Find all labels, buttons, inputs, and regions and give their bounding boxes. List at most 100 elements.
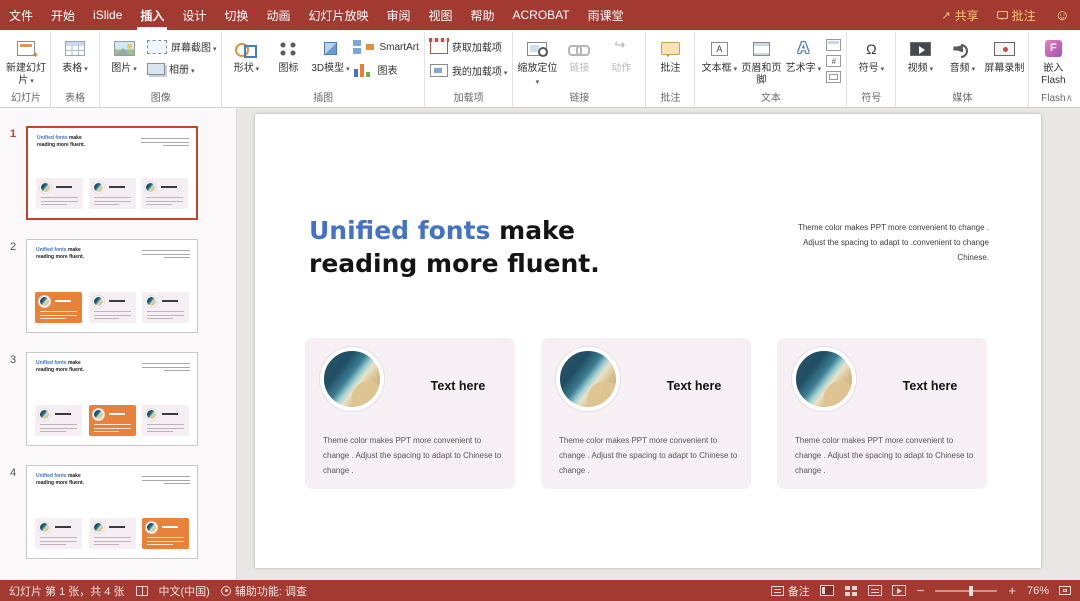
zoom-link-icon <box>527 41 549 57</box>
audio-button[interactable]: 音频 <box>941 32 983 92</box>
zoom-in-button[interactable]: + <box>1007 584 1017 597</box>
slide-sorter-view-icon[interactable] <box>843 585 858 596</box>
chart-button[interactable]: 图表 <box>353 62 418 77</box>
thumb-cards <box>36 178 188 209</box>
thumb-photo <box>39 409 50 420</box>
spell-check-button[interactable] <box>135 585 148 596</box>
workspace: 1 Unified fonts make reading more fluent… <box>0 108 1080 580</box>
content-card-2[interactable]: Text here Theme color makes PPT more con… <box>541 338 751 489</box>
photo-album-button[interactable]: 相册 <box>147 61 216 76</box>
menu-tab-islide[interactable]: iSlide <box>84 0 131 30</box>
collapse-ribbon-icon[interactable]: ∧ <box>1066 93 1073 104</box>
button-label: 相册 <box>169 61 194 76</box>
text-box-button[interactable]: 文本框 <box>698 32 740 92</box>
ribbon-group-links: 缩放定位 链接 动作 链接 <box>513 32 647 107</box>
slideshow-view-icon[interactable] <box>891 585 906 596</box>
content-card-3[interactable]: Text here Theme color makes PPT more con… <box>777 338 987 489</box>
my-add-ins-button[interactable]: 我的加载项 <box>429 63 507 78</box>
new-comment-button[interactable]: 批注 <box>649 32 691 92</box>
thumb-card <box>88 518 136 549</box>
slide-number-icon[interactable] <box>826 55 842 67</box>
feedback-smiley-icon[interactable]: ☺ <box>1045 7 1080 24</box>
slide-title[interactable]: Unified fonts make reading more fluent. <box>309 214 619 280</box>
content-card-1[interactable]: Text here Theme color makes PPT more con… <box>305 338 515 489</box>
zoom-level[interactable]: 76% <box>1027 585 1049 597</box>
menu-tab-slideshow[interactable]: 幻灯片放映 <box>299 0 377 30</box>
thumb-note-lines <box>142 476 190 487</box>
header-footer-button[interactable]: 页眉和页脚 <box>740 32 782 92</box>
notes-button[interactable]: 备注 <box>770 583 810 599</box>
button-label: 我的加载项 <box>452 63 507 78</box>
slide-thumbnail-3[interactable]: Unified fonts make reading more fluent. <box>26 352 198 446</box>
button-label: 动作 <box>611 63 632 74</box>
zoom-out-button[interactable]: − <box>916 584 926 597</box>
menu-tab-label: 文件 <box>9 8 34 23</box>
new-slide-button[interactable]: 新建幻灯片 <box>5 32 47 92</box>
3d-models-button[interactable]: 3D模型 <box>309 32 351 92</box>
comments-button[interactable]: 批注 <box>988 0 1045 30</box>
get-add-ins-button[interactable]: 获取加载项 <box>428 38 507 54</box>
menu-tab-help[interactable]: 帮助 <box>462 0 504 30</box>
button-label: 图片 <box>111 63 136 76</box>
ribbon-group-comments: 批注 批注 <box>646 32 696 107</box>
video-button[interactable]: 视频 <box>899 32 941 92</box>
slide-thumbnail-4[interactable]: Unified fonts make reading more fluent. <box>26 465 198 559</box>
menu-tab-acrobat[interactable]: ACROBAT <box>504 0 579 30</box>
pictures-button[interactable]: 图片 <box>103 32 145 92</box>
slide-thumbnail-2[interactable]: Unified fonts make reading more fluent. <box>26 239 198 333</box>
card-body: Theme color makes PPT more convenient to… <box>559 436 738 475</box>
language-button[interactable]: 中文(中国) <box>159 583 210 599</box>
thumb-card <box>88 405 136 436</box>
reading-view-icon[interactable] <box>867 585 882 596</box>
symbol-button[interactable]: 符号 <box>850 32 892 92</box>
zoom-slider[interactable] <box>935 585 998 596</box>
thumb-card <box>142 292 189 323</box>
slide-number: 1 <box>9 128 17 140</box>
language-label: 中文(中国) <box>158 585 210 598</box>
wordart-button[interactable]: 艺术字 <box>782 32 824 92</box>
fit-to-window-icon[interactable] <box>1059 586 1071 595</box>
table-button[interactable]: 表格 <box>54 32 96 92</box>
thumb-photo <box>92 182 104 193</box>
menu-tab-view[interactable]: 视图 <box>419 0 461 30</box>
accessibility-button[interactable]: 辅助功能: 调查 <box>220 583 307 599</box>
menu-tab-insert[interactable]: 插入 <box>131 0 173 30</box>
button-label: 视频 <box>908 63 933 76</box>
current-slide[interactable]: Unified fonts make reading more fluent. … <box>255 114 1041 568</box>
slide-thumbnail-1[interactable]: Unified fonts make reading more fluent. <box>26 126 198 220</box>
ribbon-group-tables: 表格 表格 <box>51 32 100 107</box>
menu-tab-review[interactable]: 审阅 <box>377 0 419 30</box>
button-label: 艺术字 <box>786 63 821 76</box>
date-time-icon[interactable] <box>826 39 842 51</box>
thumb-photo <box>92 522 104 533</box>
slide-side-note[interactable]: Theme color makes PPT more convenient to… <box>789 220 989 265</box>
button-label: 批注 <box>660 63 681 74</box>
menu-tab-file[interactable]: 文件 <box>0 0 42 30</box>
screen-recording-icon <box>993 41 1015 56</box>
ribbon-group-media: 视频 音频 屏幕录制 媒体 <box>896 32 1030 107</box>
screenshot-button[interactable]: 屏幕截图 <box>147 39 216 54</box>
ribbon-group-symbols: 符号 符号 <box>847 32 897 107</box>
menu-tab-transitions[interactable]: 切换 <box>215 0 257 30</box>
shapes-button[interactable]: 形状 <box>225 32 267 92</box>
menu-tab-label: 幻灯片放映 <box>308 8 369 23</box>
slide-counter-label: 幻灯片 第 1 张，共 4 张 <box>9 585 125 598</box>
smartart-button[interactable]: SmartArt <box>353 39 419 55</box>
screen-recording-button[interactable]: 屏幕录制 <box>983 32 1025 92</box>
menu-tab-home[interactable]: 开始 <box>42 0 84 30</box>
picture-icon <box>113 41 135 56</box>
embed-flash-button[interactable]: 嵌入Flash <box>1032 32 1074 92</box>
group-label-media: 媒体 <box>952 93 973 104</box>
menu-tab-label: 审阅 <box>386 8 411 23</box>
icons-button[interactable]: 图标 <box>267 32 309 92</box>
group-label-links: 链接 <box>569 93 590 104</box>
menu-tab-rain-classroom[interactable]: 雨课堂 <box>579 0 633 30</box>
zoom-slider-thumb[interactable] <box>969 585 974 596</box>
zoom-link-button[interactable]: 缩放定位 <box>516 32 558 92</box>
object-icon[interactable] <box>826 71 842 83</box>
screenshot-icon <box>147 39 167 54</box>
normal-view-icon[interactable] <box>819 585 834 596</box>
menu-tab-design[interactable]: 设计 <box>173 0 215 30</box>
menu-tab-animations[interactable]: 动画 <box>257 0 299 30</box>
share-button[interactable]: ↗ 共享 <box>932 0 987 30</box>
